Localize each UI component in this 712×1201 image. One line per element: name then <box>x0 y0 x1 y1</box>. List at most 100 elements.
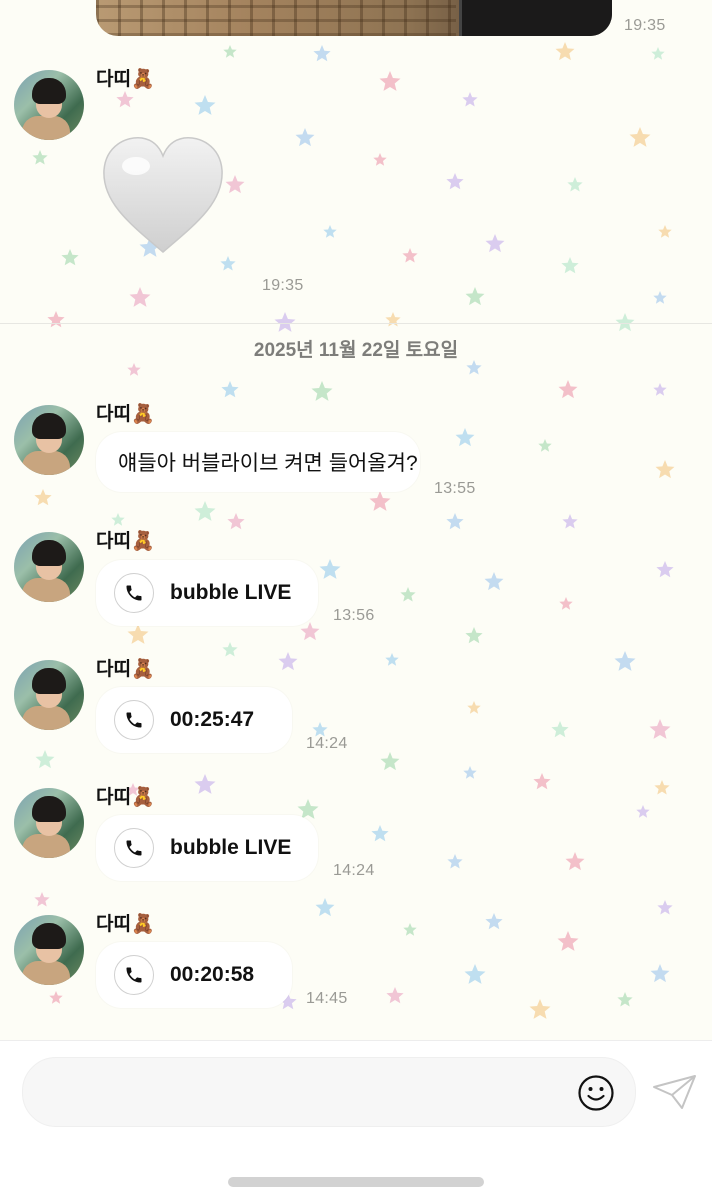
star-decoration <box>465 627 483 644</box>
star-decoration <box>654 780 670 795</box>
star-decoration <box>559 597 573 610</box>
star-decoration <box>278 652 298 671</box>
star-decoration <box>555 42 575 61</box>
star-decoration <box>323 225 337 238</box>
star-decoration <box>220 256 236 271</box>
star-decoration <box>385 653 399 666</box>
star-decoration <box>466 360 482 375</box>
star-decoration <box>129 287 151 307</box>
star-decoration <box>614 651 636 671</box>
call-bubble[interactable]: 00:25:47 <box>96 687 292 753</box>
star-decoration <box>455 428 475 447</box>
star-decoration <box>533 773 551 790</box>
star-decoration <box>538 439 552 452</box>
star-decoration <box>653 291 667 304</box>
star-decoration <box>403 923 417 936</box>
call-duration: 00:20:58 <box>170 963 255 986</box>
star-decoration <box>551 721 569 738</box>
smiley-icon[interactable] <box>577 1074 615 1112</box>
message-bubble[interactable]: 얘들아 버블라이브 켜면 들어올겨? <box>96 432 420 492</box>
star-decoration <box>380 752 400 771</box>
star-decoration <box>463 766 477 779</box>
message-time: 14:45 <box>306 990 348 1007</box>
star-decoration <box>656 561 674 578</box>
sender-name: 다띠🧸 <box>96 914 155 935</box>
star-decoration <box>484 572 504 591</box>
sender-name: 다띠🧸 <box>96 531 155 552</box>
sender-name: 다띠🧸 <box>96 659 155 680</box>
star-decoration <box>319 559 341 579</box>
message-time: 13:55 <box>434 480 476 497</box>
composer-bar <box>0 1040 712 1201</box>
star-decoration <box>386 987 404 1004</box>
sender-name: 다띠🧸 <box>96 787 155 808</box>
message-time: 13:56 <box>333 607 375 624</box>
avatar[interactable] <box>14 405 84 475</box>
star-decoration <box>558 380 578 399</box>
star-decoration <box>385 312 401 327</box>
avatar[interactable] <box>14 532 84 602</box>
star-decoration <box>653 383 667 396</box>
star-decoration <box>47 311 65 328</box>
star-decoration <box>274 312 296 332</box>
photo-message[interactable] <box>96 0 612 36</box>
call-label: bubble LIVE <box>170 581 292 604</box>
message-input[interactable] <box>47 1074 571 1112</box>
avatar[interactable] <box>14 660 84 730</box>
star-decoration <box>34 489 52 506</box>
photo-lattice <box>96 0 456 36</box>
phone-icon <box>114 828 154 868</box>
star-decoration <box>49 991 63 1004</box>
avatar[interactable] <box>14 915 84 985</box>
star-decoration <box>485 913 503 930</box>
star-decoration <box>369 491 391 511</box>
star-decoration <box>400 587 416 602</box>
star-decoration <box>485 234 505 253</box>
phone-icon <box>114 700 154 740</box>
star-decoration <box>617 992 633 1007</box>
star-decoration <box>34 892 50 907</box>
star-decoration <box>446 513 464 530</box>
star-decoration <box>35 750 55 769</box>
star-decoration <box>111 513 125 526</box>
star-decoration <box>223 45 237 58</box>
date-separator: 2025년 11월 22일 토요일 <box>253 340 459 361</box>
star-decoration <box>447 854 463 869</box>
paper-plane-icon[interactable] <box>652 1073 698 1111</box>
call-bubble[interactable]: bubble LIVE <box>96 815 318 881</box>
star-decoration <box>651 47 665 60</box>
call-label: bubble LIVE <box>170 836 292 859</box>
star-decoration <box>467 701 481 714</box>
home-indicator <box>228 1177 484 1187</box>
star-decoration <box>636 805 650 818</box>
star-decoration <box>562 514 578 529</box>
star-decoration <box>300 622 320 641</box>
avatar[interactable] <box>14 70 84 140</box>
sender-name: 다띠🧸 <box>96 404 155 425</box>
star-decoration <box>464 964 486 984</box>
call-bubble[interactable]: bubble LIVE <box>96 560 318 626</box>
star-decoration <box>371 825 389 842</box>
star-decoration <box>225 175 245 194</box>
star-decoration <box>655 460 675 479</box>
star-decoration <box>462 92 478 107</box>
message-time: 19:35 <box>262 277 304 294</box>
star-decoration <box>657 900 673 915</box>
star-decoration <box>529 999 551 1019</box>
call-duration: 00:25:47 <box>170 708 255 731</box>
star-decoration <box>658 225 672 238</box>
star-decoration <box>650 964 670 983</box>
star-decoration <box>311 381 333 401</box>
star-decoration <box>373 153 387 166</box>
star-decoration <box>221 381 239 398</box>
call-bubble[interactable]: 00:20:58 <box>96 942 292 1008</box>
star-decoration <box>127 624 149 644</box>
message-time: 19:35 <box>624 17 666 34</box>
message-input-box[interactable] <box>22 1057 636 1127</box>
phone-icon <box>114 573 154 613</box>
star-decoration <box>565 852 585 871</box>
star-decoration <box>629 127 651 147</box>
message-text: 얘들아 버블라이브 켜면 들어올겨? <box>118 452 418 475</box>
star-decoration <box>379 71 401 91</box>
avatar[interactable] <box>14 788 84 858</box>
